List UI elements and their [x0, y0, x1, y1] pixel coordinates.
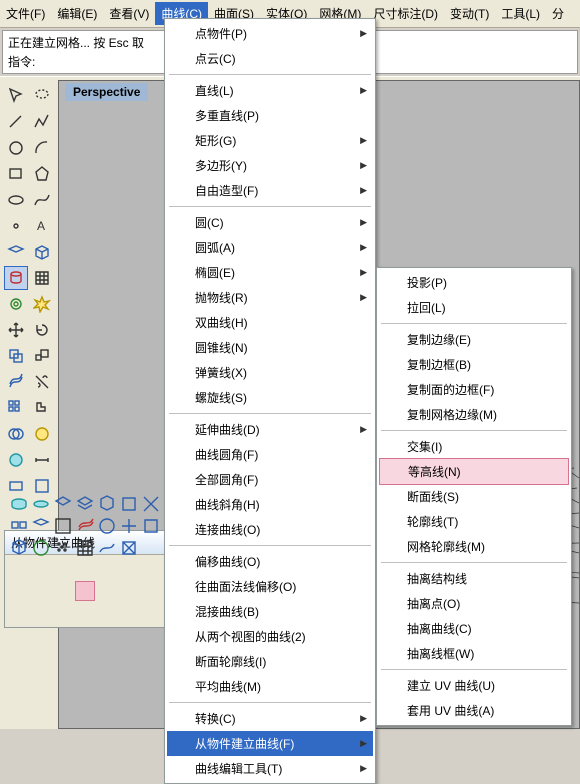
mi-silhouette[interactable]: 轮廓线(T) [379, 509, 569, 534]
menu-transform[interactable]: 变动(T) [444, 2, 495, 25]
mi-parabola[interactable]: 抛物线(R) [167, 285, 373, 310]
menu-more[interactable]: 分 [546, 2, 570, 25]
curve-from-object-panel: 从物件建立曲线 [4, 530, 168, 628]
mi-dup-border[interactable]: 复制边框(B) [379, 352, 569, 377]
mi-dup-edge[interactable]: 复制边缘(E) [379, 327, 569, 352]
rect-tool[interactable] [4, 162, 28, 186]
curve-tool[interactable] [30, 188, 54, 212]
mi-curve-from-2views[interactable]: 从两个视图的曲线(2) [167, 624, 373, 649]
mi-point-object[interactable]: 点物件(P) [167, 21, 373, 46]
point-tool[interactable] [4, 214, 28, 238]
text-tool[interactable]: A [30, 214, 54, 238]
mi-ellipse[interactable]: 椭圆(E) [167, 260, 373, 285]
mi-circle[interactable]: 圆(C) [167, 210, 373, 235]
svg-text:A: A [37, 219, 45, 233]
menu-edit[interactable]: 编辑(E) [51, 2, 103, 25]
menu-dimension[interactable]: 尺寸标注(D) [367, 2, 444, 25]
copy-tool[interactable] [4, 344, 28, 368]
mi-arc[interactable]: 圆弧(A) [167, 235, 373, 260]
menu-tools[interactable]: 工具(L) [495, 2, 546, 25]
mi-line[interactable]: 直线(L) [167, 78, 373, 103]
explode-tool[interactable] [30, 292, 54, 316]
mi-offset-normal[interactable]: 往曲面法线偏移(O) [167, 574, 373, 599]
mi-curve-from-object[interactable]: 从物件建立曲线(F) [167, 731, 373, 756]
panel-tool-19[interactable] [97, 603, 117, 623]
mi-section[interactable]: 断面线(S) [379, 484, 569, 509]
mi-helix[interactable]: 螺旋线(S) [167, 385, 373, 410]
mi-extract-wireframe[interactable]: 抽离线框(W) [379, 641, 569, 666]
panel-tool-grid [5, 555, 167, 627]
move-tool[interactable] [4, 318, 28, 342]
panel-tool-18[interactable] [75, 603, 95, 623]
mi-all-fillet[interactable]: 全部圆角(F) [167, 467, 373, 492]
menu-file[interactable]: 文件(F) [0, 2, 51, 25]
mi-extract-curve[interactable]: 抽离曲线(C) [379, 616, 569, 641]
panel-tool-17[interactable] [53, 603, 73, 623]
rotate-tool[interactable] [30, 318, 54, 342]
panel-tool-14[interactable] [141, 581, 161, 601]
mi-spring[interactable]: 弹簧线(X) [167, 360, 373, 385]
mi-curve-fillet[interactable]: 曲线圆角(F) [167, 442, 373, 467]
command-prompt-label: 指令: [8, 53, 35, 70]
scale-tool[interactable] [30, 344, 54, 368]
mi-create-uv-curve[interactable]: 建立 UV 曲线(U) [379, 673, 569, 698]
mi-connect-curve[interactable]: 连接曲线(O) [167, 517, 373, 542]
polyline-tool[interactable] [30, 110, 54, 134]
mi-section-profile[interactable]: 断面轮廓线(I) [167, 649, 373, 674]
render-tool[interactable] [4, 448, 28, 472]
polygon-tool[interactable] [30, 162, 54, 186]
trim-tool[interactable] [30, 370, 54, 394]
mi-point-cloud[interactable]: 点云(C) [167, 46, 373, 71]
mi-curve-chamfer[interactable]: 曲线斜角(H) [167, 492, 373, 517]
mi-blend-curve[interactable]: 混接曲线(B) [167, 599, 373, 624]
mi-offset-curve[interactable]: 偏移曲线(O) [167, 549, 373, 574]
surface-tool[interactable] [4, 240, 28, 264]
gear-tool[interactable] [4, 292, 28, 316]
circle-tool[interactable] [4, 136, 28, 160]
lasso-tool[interactable] [30, 84, 54, 108]
boolean-tool[interactable] [4, 422, 28, 446]
mi-polyline[interactable]: 多重直线(P) [167, 103, 373, 128]
mi-freeform[interactable]: 自由造型(F) [167, 178, 373, 203]
array-tool[interactable] [4, 396, 28, 420]
mi-convert[interactable]: 转换(C) [167, 706, 373, 731]
mi-extend-curve[interactable]: 延伸曲线(D) [167, 417, 373, 442]
mi-apply-uv-curve[interactable]: 套用 UV 曲线(A) [379, 698, 569, 723]
mi-contour[interactable]: 等高线(N) [379, 458, 569, 485]
mi-pullback[interactable]: 拉回(L) [379, 295, 569, 320]
arc-tool[interactable] [30, 136, 54, 160]
mi-rectangle[interactable]: 矩形(G) [167, 128, 373, 153]
curve-from-object-submenu: 投影(P) 拉回(L) 复制边缘(E) 复制边框(B) 复制面的边框(F) 复制… [376, 267, 572, 726]
mi-dup-face-border[interactable]: 复制面的边框(F) [379, 377, 569, 402]
mi-polygon[interactable]: 多边形(Y) [167, 153, 373, 178]
mi-curve-edit-tools[interactable]: 曲线编辑工具(T) [167, 756, 373, 781]
line-tool[interactable] [4, 110, 28, 134]
mi-project[interactable]: 投影(P) [379, 270, 569, 295]
panel-tool-20[interactable] [119, 603, 139, 623]
mi-mesh-outline[interactable]: 网格轮廓线(M) [379, 534, 569, 559]
dimension-tool[interactable] [30, 448, 54, 472]
mi-dup-mesh-edge[interactable]: 复制网格边缘(M) [379, 402, 569, 427]
mi-extract-isocurve[interactable]: 抽离结构线 [379, 566, 569, 591]
mi-conic[interactable]: 圆锥线(N) [167, 335, 373, 360]
analyze-tool[interactable] [30, 422, 54, 446]
ellipse-tool[interactable] [4, 188, 28, 212]
viewport-title[interactable]: Perspective [65, 83, 148, 101]
offset-tool[interactable] [4, 370, 28, 394]
solid-box-tool[interactable] [30, 240, 54, 264]
mi-hyperbola[interactable]: 双曲线(H) [167, 310, 373, 335]
mi-average-curve[interactable]: 平均曲线(M) [167, 674, 373, 699]
panel-tool-15[interactable] [9, 603, 29, 623]
cylinder-tool[interactable] [4, 266, 28, 290]
mi-intersection[interactable]: 交集(I) [379, 434, 569, 459]
curve-menu: 点物件(P) 点云(C) 直线(L) 多重直线(P) 矩形(G) 多边形(Y) … [164, 18, 376, 784]
cursor-tool[interactable] [4, 84, 28, 108]
mi-extract-points[interactable]: 抽离点(O) [379, 591, 569, 616]
join-tool[interactable] [30, 396, 54, 420]
mesh-tool[interactable] [30, 266, 54, 290]
panel-tool-16[interactable] [31, 603, 51, 623]
menu-view[interactable]: 查看(V) [103, 2, 155, 25]
